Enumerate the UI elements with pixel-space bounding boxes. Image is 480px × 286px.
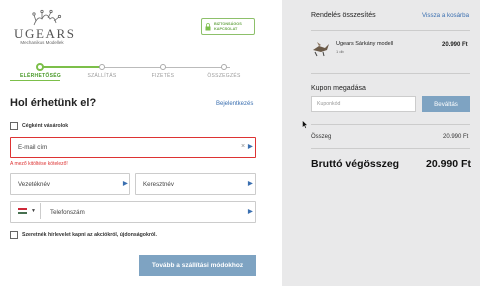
newsletter-checkbox-label: Szeretnék hírlevelet kapni az akciókról,…: [22, 232, 157, 238]
divider: [311, 73, 470, 74]
step-label-contact[interactable]: ELÉRHETŐSÉG: [20, 73, 61, 79]
password-manager-icon[interactable]: ▶: [123, 181, 128, 188]
phone-separator: [40, 203, 41, 219]
step-dot-summary[interactable]: [221, 64, 227, 70]
password-manager-icon[interactable]: ▶: [248, 209, 253, 216]
firstname-placeholder: Keresztnév: [143, 181, 174, 188]
subtotal-label: Összeg: [311, 134, 332, 140]
step-dot-contact[interactable]: [36, 63, 44, 71]
total-value: 20.990 Ft: [426, 158, 471, 170]
product-thumbnail: [313, 42, 329, 57]
secure-line-2: KAPCSOLAT: [214, 26, 238, 31]
lastname-placeholder: Vezetéknév: [18, 181, 50, 188]
mouse-cursor-icon: [302, 120, 308, 129]
secure-line-1: BIZTONSÁGOS: [214, 22, 242, 26]
active-step-underline: [10, 80, 60, 81]
coupon-title: Kupon megadása: [311, 85, 366, 92]
close-icon[interactable]: ×: [241, 143, 245, 150]
divider: [311, 148, 470, 149]
product-name: Ugears Sárkány modell: [336, 41, 394, 47]
phone-field[interactable]: [10, 201, 256, 223]
chevron-down-icon[interactable]: ▼: [31, 208, 36, 214]
login-link[interactable]: Bejelentkezés: [216, 101, 253, 107]
checkout-form-panel: UGEARS Mechanikus Modellek BIZTONSÁGOS K…: [0, 0, 282, 286]
step-dot-shipping[interactable]: [99, 64, 105, 70]
company-checkbox-label: Cégként vásárolok: [22, 123, 69, 129]
back-to-cart-link[interactable]: Vissza a kosárba: [422, 12, 469, 19]
divider: [311, 124, 470, 125]
continue-to-shipping-button[interactable]: Tovább a szállítási módokhoz: [139, 255, 256, 276]
product-price: 20.990 Ft: [442, 42, 468, 48]
phone-placeholder: Telefonszám: [50, 209, 85, 216]
summary-title: Rendelés összesítés: [311, 12, 376, 19]
subtotal-value: 20.990 Ft: [443, 134, 469, 140]
product-qty: 1 db: [336, 49, 344, 54]
stepper-progress: [40, 66, 103, 68]
divider: [311, 30, 470, 31]
password-manager-icon[interactable]: ▶: [248, 144, 253, 151]
step-label-shipping[interactable]: SZÁLLÍTÁS: [82, 73, 122, 79]
secure-connection-badge: BIZTONSÁGOS KAPCSOLAT: [201, 18, 255, 35]
step-label-summary[interactable]: ÖSSZEGZÉS: [204, 73, 244, 79]
step-label-payment[interactable]: FIZETÉS: [143, 73, 183, 79]
redeem-coupon-button[interactable]: Beváltás: [422, 96, 470, 112]
contact-heading: Hol érhetünk el?: [10, 97, 97, 109]
password-manager-icon[interactable]: ▶: [248, 181, 253, 188]
email-placeholder: E-mail cím: [18, 144, 48, 151]
newsletter-checkbox[interactable]: [10, 231, 18, 239]
company-checkbox[interactable]: [10, 122, 18, 130]
coupon-placeholder: Kuponkód: [317, 101, 341, 107]
hungary-flag-icon[interactable]: [18, 208, 27, 214]
total-label: Bruttó végösszeg: [311, 158, 400, 170]
email-error-message: A mező kitöltése kötelező!: [10, 161, 68, 167]
step-dot-payment[interactable]: [160, 64, 166, 70]
brand-tagline: Mechanikus Modellek: [20, 40, 64, 45]
lock-icon: [205, 22, 211, 30]
